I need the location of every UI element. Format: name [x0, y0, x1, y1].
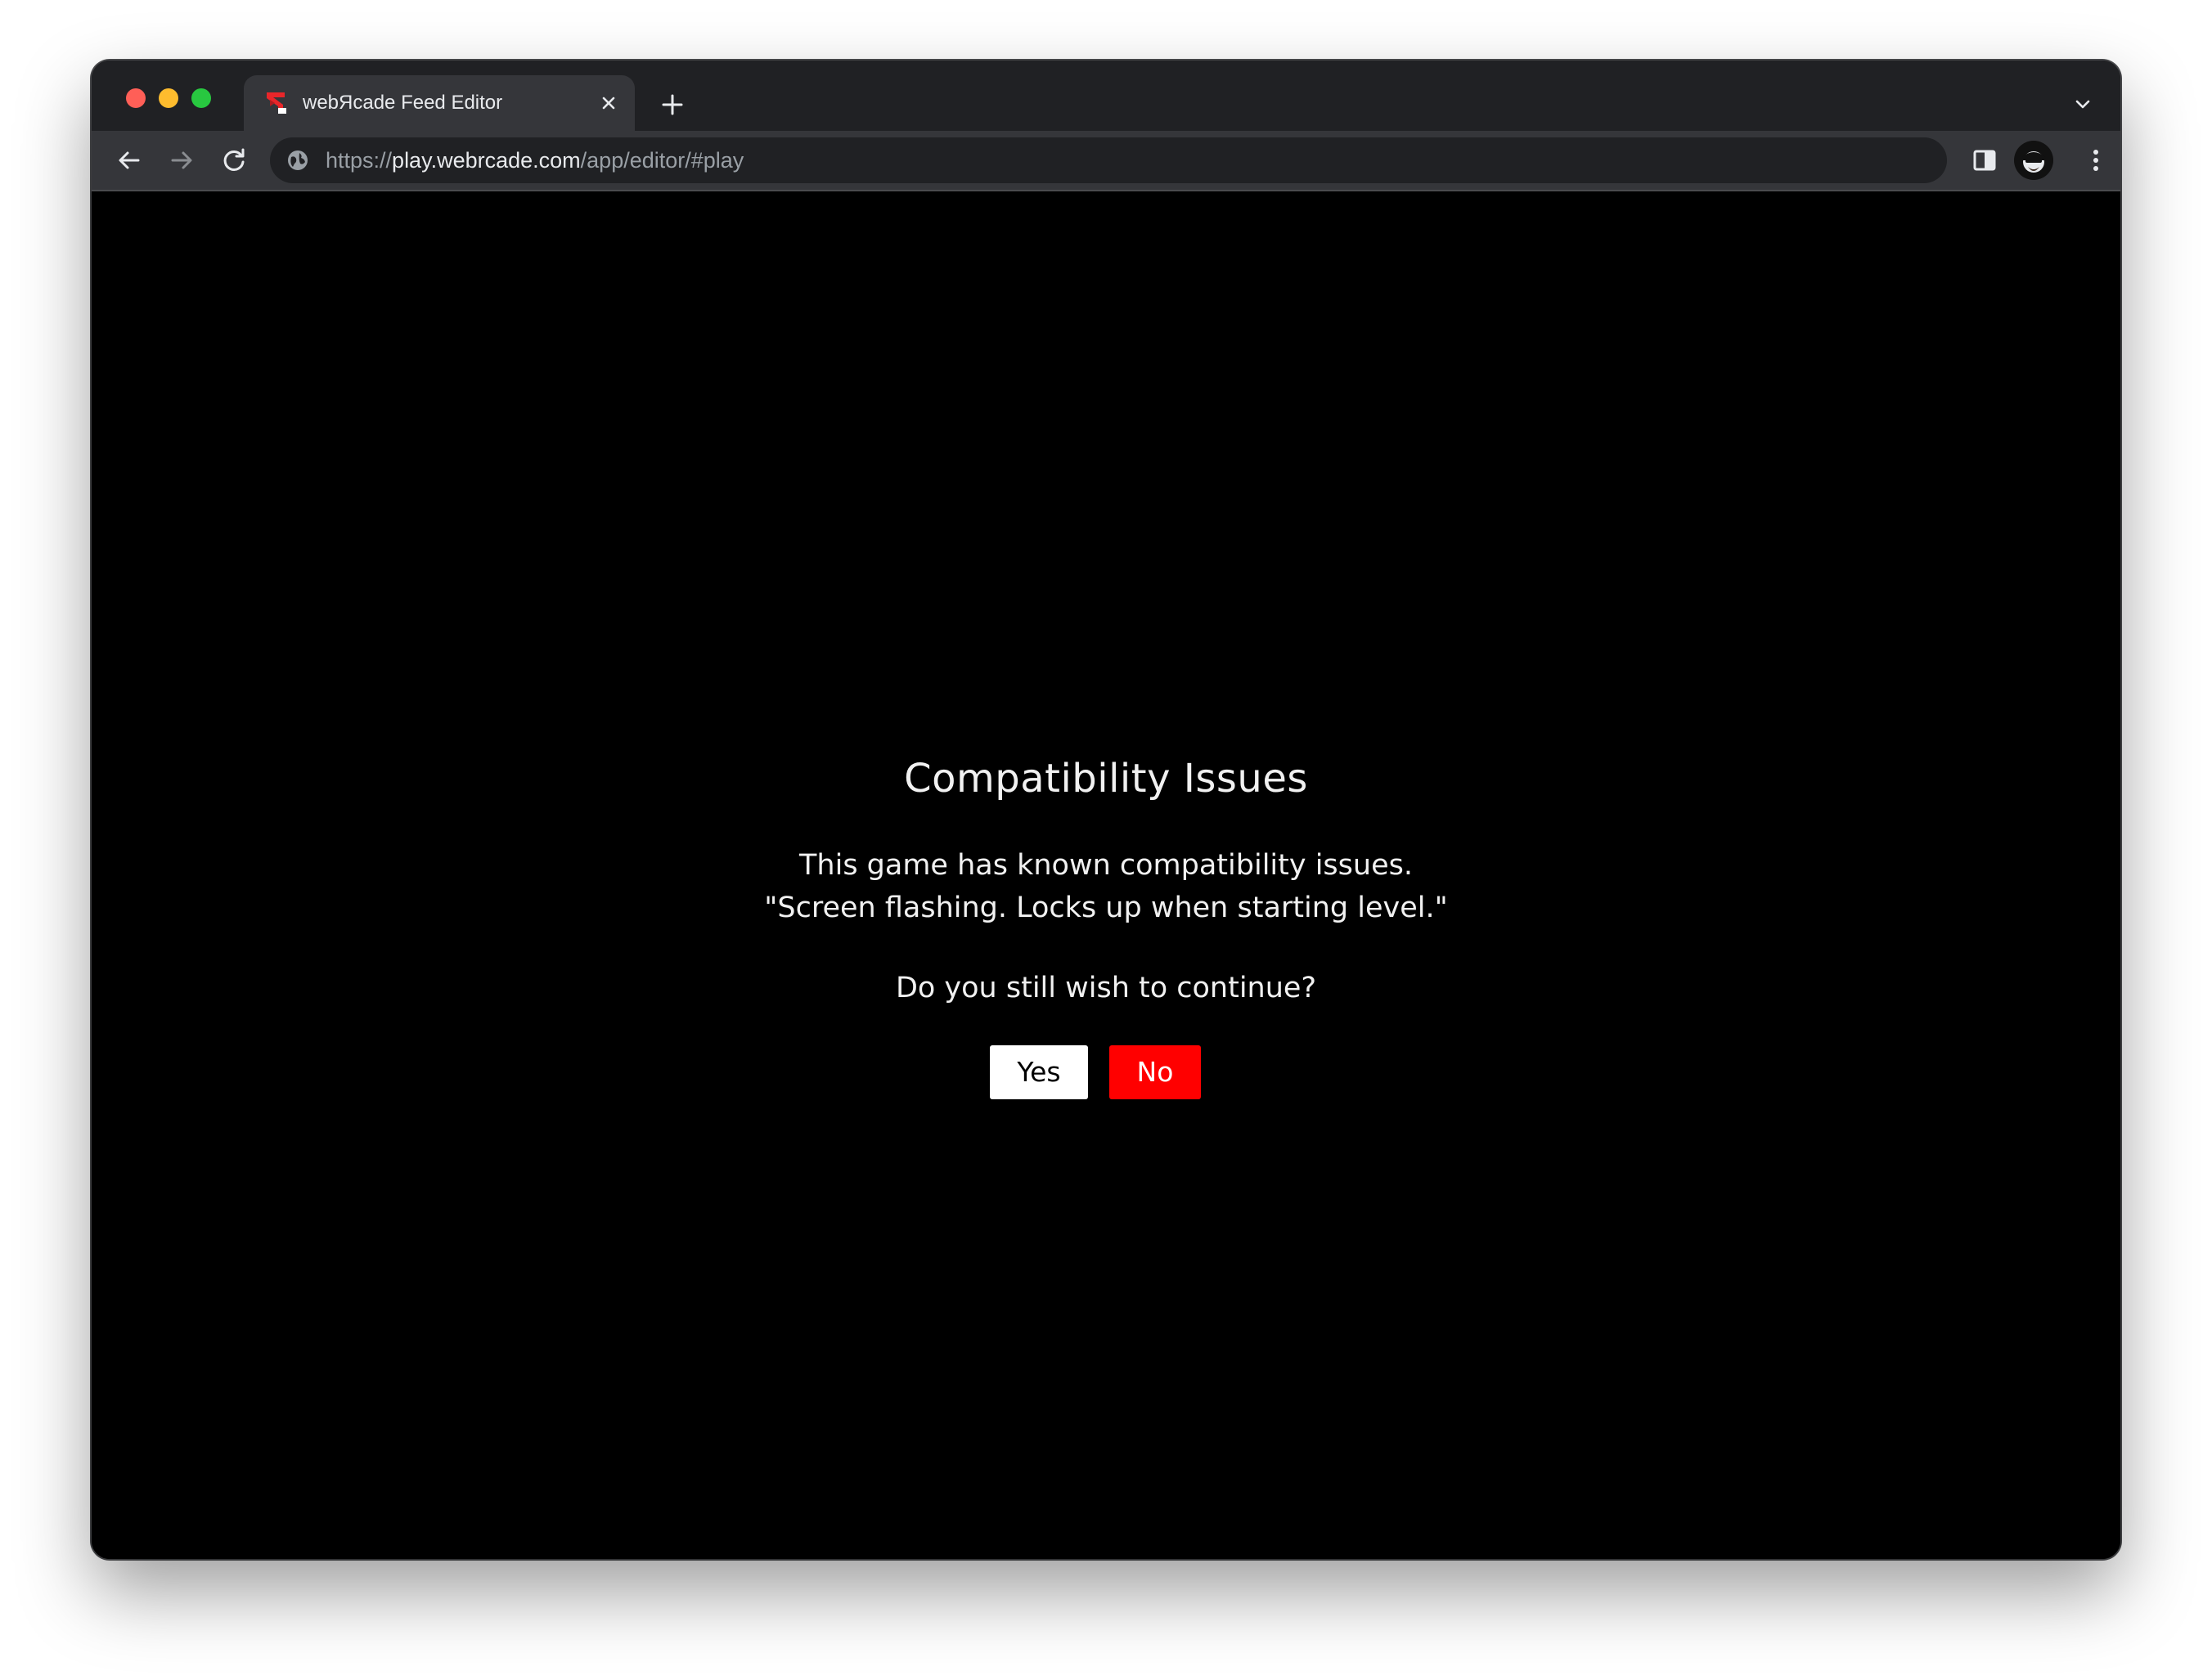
url-path: /app/editor/#play	[580, 148, 744, 173]
more-vert-icon[interactable]	[2079, 144, 2112, 177]
tab-active[interactable]: webЯcade Feed Editor	[244, 75, 635, 131]
yes-button[interactable]: Yes	[990, 1045, 1088, 1099]
profile-avatar-icon[interactable]	[2014, 141, 2053, 180]
site-info-icon[interactable]	[286, 149, 309, 172]
dialog-buttons: Yes No	[92, 1045, 2120, 1099]
dialog-issue-note: "Screen flashing. Locks up when starting…	[764, 892, 1448, 924]
dialog-question: Do you still wish to continue?	[895, 972, 1317, 1004]
dialog-title: Compatibility Issues	[904, 756, 1308, 802]
webrcade-logo-icon	[263, 90, 290, 116]
page-content: Compatibility Issues This game has known…	[92, 191, 2120, 1559]
url-scheme: https://	[326, 148, 393, 173]
dialog-message: This game has known compatibility issues…	[799, 849, 1413, 882]
url-host: play.webrcade.com	[392, 148, 581, 173]
forward-arrow-icon[interactable]	[164, 142, 200, 178]
url-text: https://play.webrcade.com/app/editor/#pl…	[326, 137, 744, 183]
tab-strip: webЯcade Feed Editor	[92, 61, 2120, 131]
side-panel-icon[interactable]	[1970, 146, 1999, 175]
close-icon[interactable]	[596, 90, 622, 116]
close-window-button[interactable]	[126, 88, 146, 108]
reload-icon[interactable]	[216, 142, 252, 178]
zoom-window-button[interactable]	[191, 88, 211, 108]
address-bar[interactable]: https://play.webrcade.com/app/editor/#pl…	[270, 137, 1947, 183]
minimize-window-button[interactable]	[159, 88, 178, 108]
back-arrow-icon[interactable]	[111, 142, 147, 178]
browser-window: webЯcade Feed Editor https://play.webrca…	[92, 61, 2120, 1559]
tab-title: webЯcade Feed Editor	[303, 92, 503, 114]
chevron-down-icon[interactable]	[2070, 92, 2096, 118]
browser-toolbar: https://play.webrcade.com/app/editor/#pl…	[92, 131, 2120, 190]
plus-icon[interactable]	[656, 88, 689, 121]
no-button[interactable]: No	[1109, 1045, 1201, 1099]
